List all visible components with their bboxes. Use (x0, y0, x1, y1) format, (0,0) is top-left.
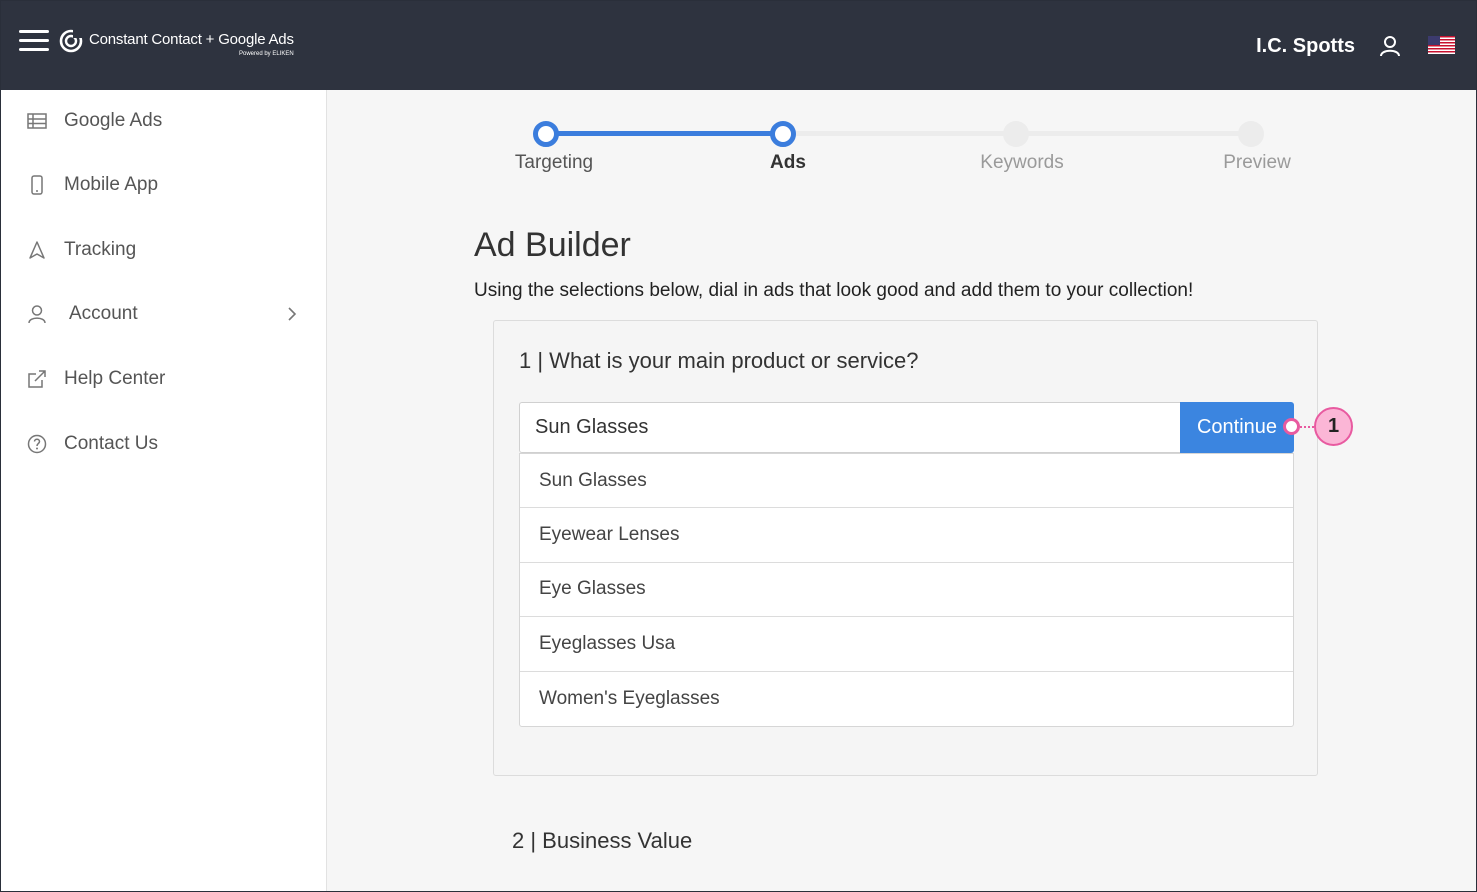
callout-connector (1300, 426, 1314, 428)
page-title: Ad Builder (474, 226, 631, 264)
suggestion-item[interactable]: Eyewear Lenses (520, 508, 1293, 563)
step-label-ads[interactable]: Ads (770, 152, 806, 174)
product-input[interactable] (520, 403, 1180, 452)
user-name[interactable]: I.C. Spotts (1256, 35, 1355, 58)
suggestion-item[interactable]: Eyeglasses Usa (520, 617, 1293, 672)
step-label-preview: Preview (1223, 152, 1291, 173)
table-icon (27, 113, 47, 129)
logo-subtext: Powered by ELIKEN (239, 51, 294, 57)
product-input-wrapper (519, 402, 1180, 453)
sidebar-item-label: Help Center (64, 368, 166, 389)
sidebar-item-tracking[interactable]: Tracking (1, 230, 327, 270)
suggestion-item[interactable]: Sun Glasses (520, 454, 1293, 509)
callout-anchor (1283, 418, 1300, 435)
user-icon (28, 305, 46, 324)
app-window: Constant Contact + Google Ads Powered by… (0, 0, 1477, 892)
sidebar-item-help-center[interactable]: Help Center (1, 359, 327, 399)
step-dot-ads[interactable] (770, 121, 796, 147)
step-label-targeting[interactable]: Targeting (515, 152, 593, 174)
main-content: Targeting Ads Keywords Preview Ad Builde… (327, 90, 1476, 891)
mobile-icon (31, 175, 43, 195)
section-title: 1 | What is your main product or service… (519, 348, 919, 373)
question-circle-icon (27, 434, 47, 454)
sidebar-item-google-ads[interactable]: Google Ads (1, 101, 327, 141)
step-dot-keywords (1003, 121, 1029, 147)
step-dot-targeting[interactable] (533, 121, 559, 147)
sidebar-item-label: Mobile App (64, 174, 159, 195)
logo-text: Constant Contact + Google Ads (89, 31, 294, 48)
sidebar-item-label: Contact Us (64, 433, 158, 454)
stepper-progress-line (546, 131, 783, 136)
sidebar-item-account[interactable]: Account (1, 294, 327, 334)
top-bar: Constant Contact + Google Ads Powered by… (1, 1, 1476, 90)
sidebar-item-contact-us[interactable]: Contact Us (1, 424, 327, 464)
suggestion-list: Sun Glasses Eyewear Lenses Eye Glasses E… (519, 453, 1294, 727)
step-label-keywords: Keywords (980, 152, 1064, 173)
external-link-icon (28, 370, 46, 388)
user-profile-icon[interactable] (1379, 35, 1401, 57)
product-question-card: 1 | What is your main product or service… (493, 320, 1318, 776)
us-flag-icon[interactable] (1428, 36, 1455, 54)
sidebar-item-label: Tracking (64, 239, 137, 260)
sidebar-item-mobile-app[interactable]: Mobile App (1, 165, 327, 205)
continue-button[interactable]: Continue (1180, 402, 1294, 453)
suggestion-item[interactable]: Women's Eyeglasses (520, 672, 1293, 726)
chevron-right-icon (288, 307, 297, 321)
page-subtitle: Using the selections below, dial in ads … (474, 280, 1194, 301)
sidebar-item-label: Account (69, 303, 138, 324)
hamburger-menu-icon[interactable] (19, 30, 49, 52)
sidebar-item-label: Google Ads (64, 110, 163, 131)
suggestion-item[interactable]: Eye Glasses (520, 563, 1293, 618)
sidebar: Google Ads Mobile App Tracking Account H… (1, 90, 327, 891)
callout-badge: 1 (1314, 407, 1353, 446)
constant-contact-logo-icon (59, 29, 83, 53)
section-title: 2 | Business Value (512, 828, 693, 853)
navigation-icon (29, 241, 45, 259)
step-dot-preview (1238, 121, 1264, 147)
